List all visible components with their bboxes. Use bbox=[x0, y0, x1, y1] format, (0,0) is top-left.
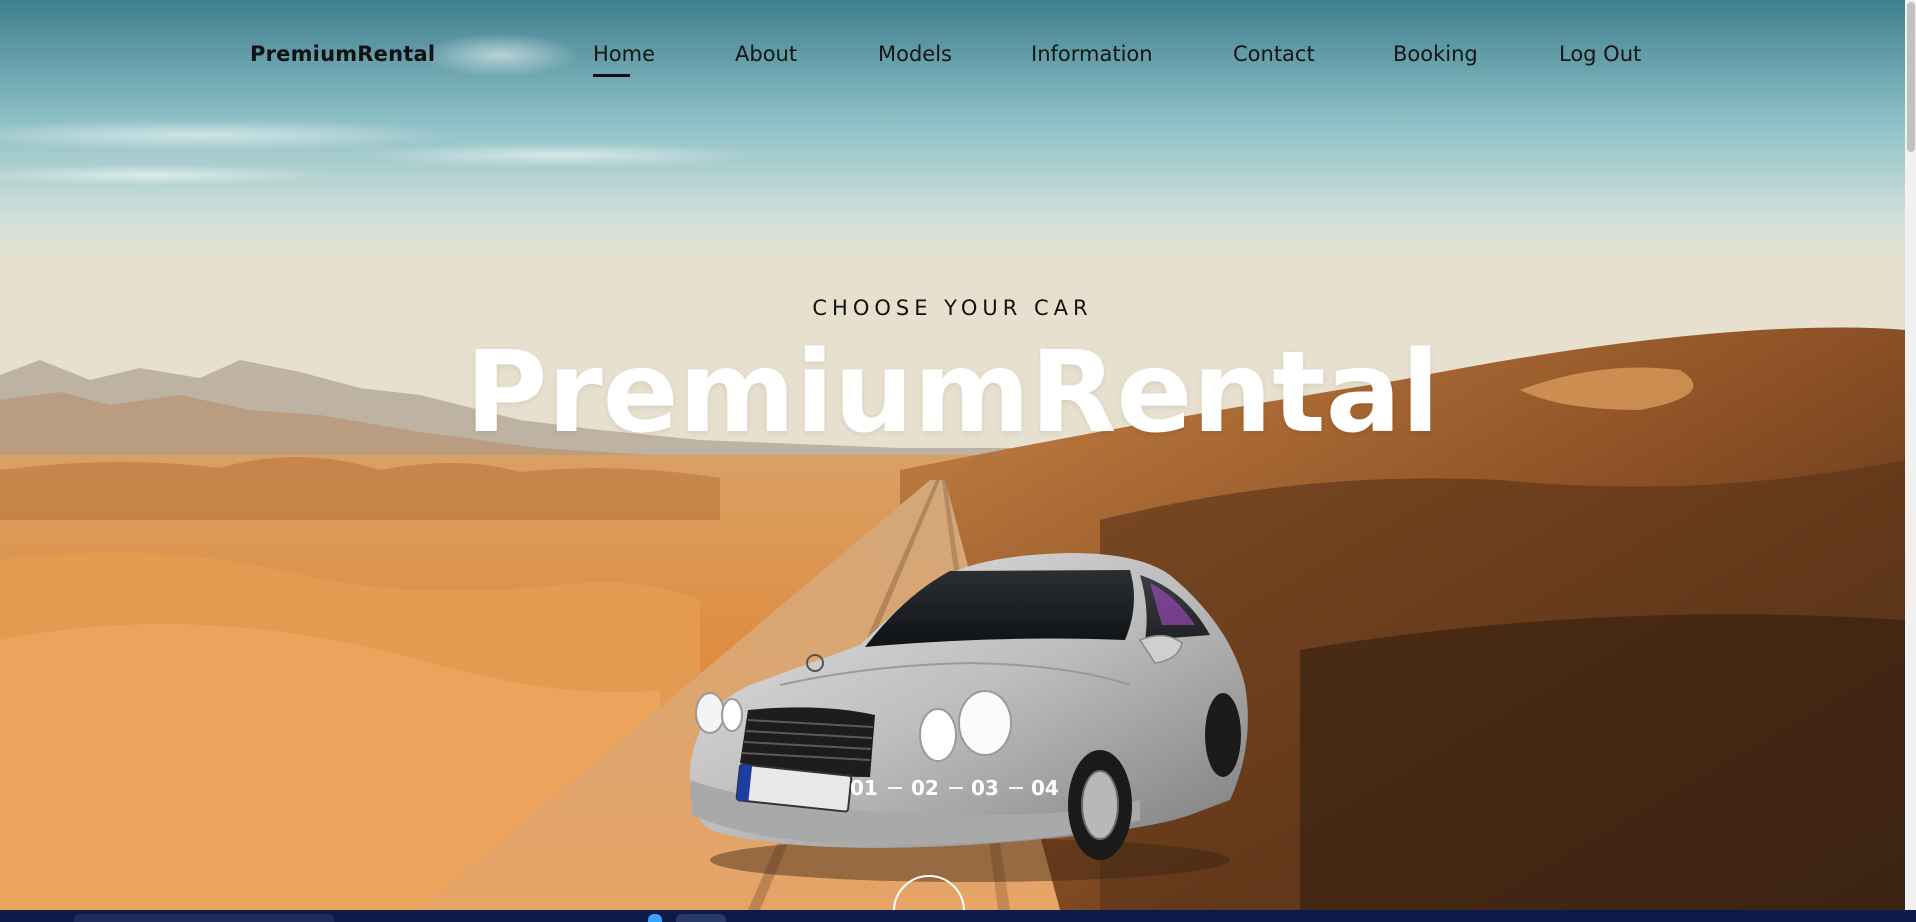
nav-item-log-out[interactable]: Log Out bbox=[1559, 42, 1641, 66]
pager-item-02[interactable]: 02 bbox=[911, 776, 939, 800]
pager-item-01[interactable]: 01 bbox=[850, 776, 878, 800]
taskbar-app-icon[interactable] bbox=[648, 914, 662, 922]
pager-divider bbox=[1009, 787, 1023, 789]
hero-subtitle: CHOOSE YOUR CAR bbox=[812, 296, 1093, 320]
nav-item-contact[interactable]: Contact bbox=[1233, 42, 1315, 66]
nav-item-booking[interactable]: Booking bbox=[1393, 42, 1478, 66]
pager-item-03[interactable]: 03 bbox=[971, 776, 999, 800]
sedan-car-image bbox=[689, 553, 1248, 882]
taskbar-app-icon[interactable] bbox=[676, 914, 726, 922]
scrollbar-thumb[interactable] bbox=[1907, 2, 1915, 152]
pager-item-04[interactable]: 04 bbox=[1031, 776, 1059, 800]
nav-item-models[interactable]: Models bbox=[878, 42, 952, 66]
hero-title: PremiumRental bbox=[465, 328, 1440, 458]
top-navigation: PremiumRental Home About Models Informat… bbox=[0, 0, 1905, 110]
taskbar-search-icon[interactable] bbox=[74, 914, 334, 922]
nav-item-about[interactable]: About bbox=[735, 42, 797, 66]
pager-divider bbox=[949, 787, 963, 789]
nav-menu: Home About Models Information Contact Bo… bbox=[0, 42, 1905, 82]
nav-item-home[interactable]: Home bbox=[593, 42, 655, 77]
nav-item-information[interactable]: Information bbox=[1031, 42, 1153, 66]
pager-divider bbox=[888, 787, 902, 789]
hero-section: PremiumRental Home About Models Informat… bbox=[0, 0, 1905, 910]
slider-pagination: 01 02 03 04 bbox=[0, 776, 1905, 806]
